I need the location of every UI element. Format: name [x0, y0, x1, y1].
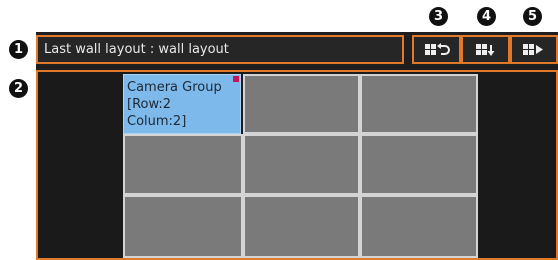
grid-play-icon [523, 43, 543, 55]
callout-marker-3: 3 [429, 7, 448, 26]
callout-marker-5: 5 [523, 7, 542, 26]
wall-cell[interactable] [243, 74, 360, 134]
wall-cell[interactable] [360, 74, 478, 134]
wall-cell[interactable] [243, 195, 360, 258]
camera-group-title: Camera Group [127, 80, 222, 95]
apply-layout-button[interactable] [510, 35, 558, 64]
camera-group-row: [Row:2 [127, 97, 172, 112]
wall-layout-screen: 1 2 3 4 5 Last wall layout : wall layout [0, 0, 558, 260]
wall-cell[interactable] [123, 195, 243, 258]
grid-undo-icon [424, 42, 450, 55]
grid-download-icon [475, 43, 494, 56]
wall-cell[interactable] [360, 134, 478, 195]
wall-cell[interactable] [243, 134, 360, 195]
last-wall-layout-label: Last wall layout : wall layout [36, 35, 404, 64]
callout-marker-1: 1 [9, 40, 28, 59]
callout-marker-4: 4 [477, 7, 496, 26]
callout-marker-2: 2 [9, 79, 28, 98]
camera-group-column: Colum:2] [127, 114, 187, 129]
video-wall-grid: Camera Group [Row:2 Colum:2] [36, 70, 558, 260]
wall-cell[interactable] [360, 195, 478, 258]
restore-layout-button[interactable] [412, 35, 461, 64]
camera-group-cell[interactable]: Camera Group [Row:2 Colum:2] [123, 74, 241, 134]
save-layout-button[interactable] [461, 35, 510, 64]
group-marker-flag [233, 76, 239, 82]
wall-cell[interactable] [123, 134, 243, 195]
